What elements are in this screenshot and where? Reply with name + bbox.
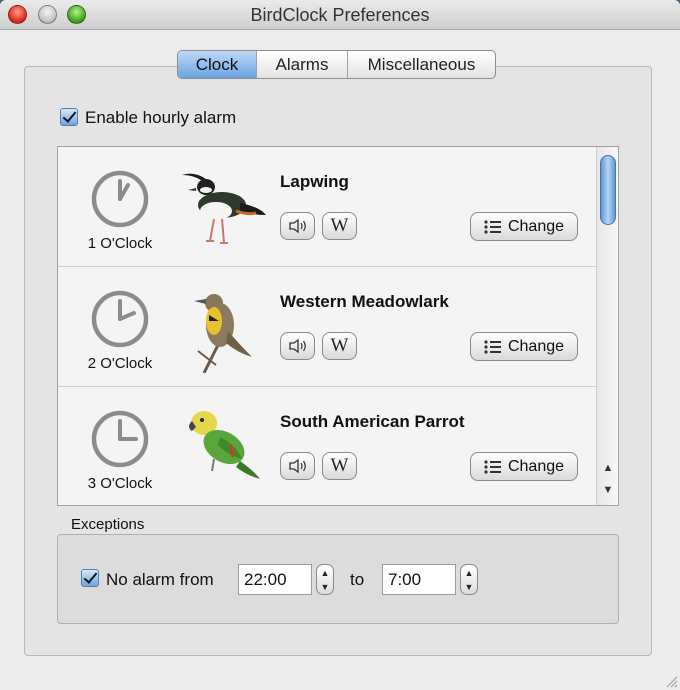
clock-3-icon <box>91 410 149 468</box>
scrollbar-thumb[interactable] <box>600 155 616 225</box>
alarm-hour-label: 1 O'Clock <box>87 235 153 252</box>
alarm-hour-label: 3 O'Clock <box>87 475 153 492</box>
bird-name: Western Meadowlark <box>280 292 449 311</box>
alarm-list: 1 O'Clock Lapwing W Change 2 O'Clock Wes… <box>57 146 619 506</box>
window-title: BirdClock Preferences <box>250 5 430 25</box>
stepper-up-icon[interactable]: ▲ <box>317 568 333 578</box>
list-icon <box>484 339 501 354</box>
tab-alarms[interactable]: Alarms <box>257 51 348 78</box>
no-alarm-label: No alarm from <box>106 570 214 589</box>
resize-grip-icon[interactable] <box>664 674 678 688</box>
list-icon <box>484 459 501 474</box>
alarm-list-scrollbar[interactable]: ▲ ▼ <box>596 147 618 505</box>
alarm-row-1[interactable]: 1 O'Clock Lapwing W Change <box>58 147 596 267</box>
alarm-row-3[interactable]: 3 O'Clock South American Parrot W Change <box>58 387 596 505</box>
title-bar[interactable]: BirdClock Preferences <box>0 0 680 30</box>
to-time-field[interactable]: 7:00 <box>382 564 456 595</box>
lapwing-bird-icon <box>182 173 266 244</box>
change-button-label: Change <box>507 457 565 475</box>
tab-miscellaneous[interactable]: Miscellaneous <box>348 51 495 78</box>
play-sound-button[interactable] <box>280 332 315 360</box>
speaker-icon <box>288 218 306 234</box>
play-sound-button[interactable] <box>280 452 315 480</box>
alarm-row-2[interactable]: 2 O'Clock Western Meadowlark W Change <box>58 267 596 387</box>
stepper-down-icon[interactable]: ▼ <box>317 582 333 592</box>
scroll-down-arrow-icon[interactable]: ▼ <box>597 481 618 499</box>
speaker-icon <box>288 458 306 474</box>
preferences-window: BirdClock Preferences Clock Alarms Misce… <box>0 0 680 690</box>
scroll-up-arrow-icon[interactable]: ▲ <box>597 459 618 477</box>
bird-name: Lapwing <box>280 172 349 191</box>
meadowlark-bird-icon <box>194 294 252 373</box>
stepper-down-icon[interactable]: ▼ <box>461 582 477 592</box>
clock-1-icon <box>91 170 149 228</box>
tab-bar: Clock Alarms Miscellaneous <box>177 50 496 79</box>
change-button-label: Change <box>507 217 565 235</box>
wikipedia-button[interactable]: W <box>322 452 357 480</box>
alarm-hour-label: 2 O'Clock <box>87 355 153 372</box>
change-bird-button[interactable]: Change <box>470 332 578 361</box>
to-label: to <box>350 570 365 589</box>
list-icon <box>484 219 501 234</box>
wikipedia-button[interactable]: W <box>322 332 357 360</box>
from-time-stepper[interactable]: ▲ ▼ <box>316 564 334 595</box>
exceptions-title: Exceptions <box>71 516 145 533</box>
enable-hourly-alarm-checkbox[interactable] <box>60 108 78 126</box>
change-button-label: Change <box>507 337 565 355</box>
enable-hourly-alarm-label: Enable hourly alarm <box>85 108 237 127</box>
play-sound-button[interactable] <box>280 212 315 240</box>
to-time-stepper[interactable]: ▲ ▼ <box>460 564 478 595</box>
no-alarm-checkbox[interactable] <box>81 569 99 587</box>
stepper-up-icon[interactable]: ▲ <box>461 568 477 578</box>
from-time-field[interactable]: 22:00 <box>238 564 312 595</box>
tab-clock[interactable]: Clock <box>178 51 257 78</box>
wikipedia-button[interactable]: W <box>322 212 357 240</box>
clock-2-icon <box>91 290 149 348</box>
parrot-bird-icon <box>189 411 260 479</box>
bird-name: South American Parrot <box>280 412 465 431</box>
change-bird-button[interactable]: Change <box>470 452 578 481</box>
change-bird-button[interactable]: Change <box>470 212 578 241</box>
speaker-icon <box>288 338 306 354</box>
